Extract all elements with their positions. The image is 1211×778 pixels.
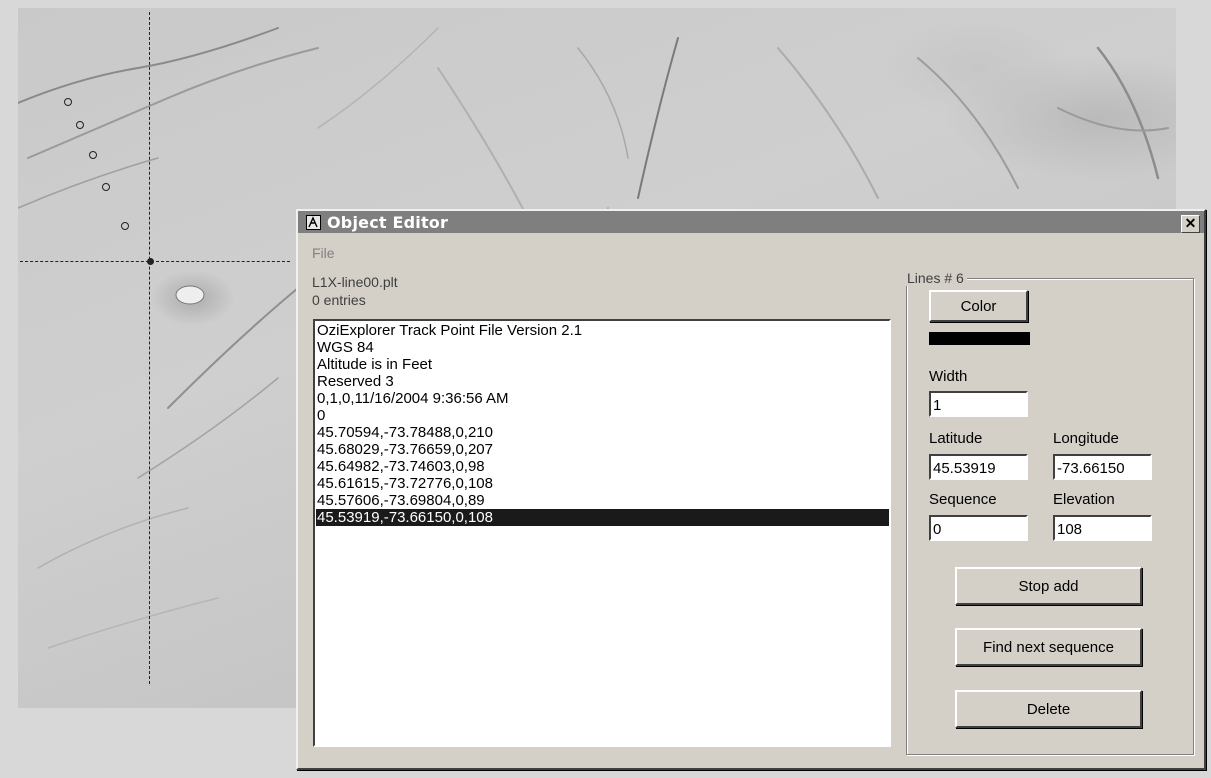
list-item[interactable]: Altitude is in Feet [316, 356, 889, 373]
elevation-field[interactable] [1053, 515, 1152, 541]
lines-groupbox: Lines # 6 Color Width Latitude Longitude… [904, 270, 1194, 755]
delete-button[interactable]: Delete [955, 690, 1142, 728]
list-item[interactable]: Reserved 3 [316, 373, 889, 390]
menu-file[interactable]: File [312, 245, 335, 261]
list-item[interactable]: 0 [316, 407, 889, 424]
sequence-field[interactable] [929, 515, 1028, 541]
width-field[interactable] [929, 391, 1028, 417]
width-label: Width [929, 368, 968, 385]
track-point-icon[interactable] [64, 98, 72, 106]
longitude-label: Longitude [1053, 430, 1119, 447]
track-point-icon[interactable] [89, 151, 97, 159]
latitude-field[interactable] [929, 454, 1028, 480]
color-button[interactable]: Color [929, 290, 1028, 322]
crosshair-horizontal-line [20, 261, 290, 262]
track-point-icon[interactable] [121, 222, 129, 230]
track-point-icon[interactable] [76, 121, 84, 129]
longitude-field[interactable] [1053, 454, 1152, 480]
file-name-label: L1X-line00.plt [312, 274, 398, 290]
crosshair-vertical-line [149, 12, 150, 684]
app-icon [306, 214, 321, 230]
entries-count-label: 0 entries [312, 292, 366, 308]
close-icon[interactable]: ✕ [1181, 215, 1200, 233]
list-item[interactable]: 0,1,0,11/16/2004 9:36:56 AM [316, 390, 889, 407]
list-item[interactable]: 45.64982,-73.74603,0,98 [316, 458, 889, 475]
find-next-sequence-button[interactable]: Find next sequence [955, 628, 1142, 666]
list-item[interactable]: 45.68029,-73.76659,0,207 [316, 441, 889, 458]
elevation-label: Elevation [1053, 491, 1115, 508]
dialog-title: Object Editor [327, 212, 449, 232]
list-item[interactable]: OziExplorer Track Point File Version 2.1 [316, 322, 889, 339]
color-swatch [929, 332, 1030, 345]
object-editor-dialog: Object Editor ✕ File L1X-line00.plt 0 en… [296, 209, 1206, 770]
list-item-selected[interactable]: 45.53919,-73.66150,0,108 [316, 509, 889, 526]
lines-group-legend: Lines # 6 [904, 270, 967, 286]
list-item[interactable]: 45.61615,-73.72776,0,108 [316, 475, 889, 492]
list-item[interactable]: 45.57606,-73.69804,0,89 [316, 492, 889, 509]
list-item[interactable]: WGS 84 [316, 339, 889, 356]
sequence-label: Sequence [929, 491, 997, 508]
stop-add-button[interactable]: Stop add [955, 567, 1142, 605]
list-item[interactable]: 45.70594,-73.78488,0,210 [316, 424, 889, 441]
dialog-titlebar[interactable]: Object Editor ✕ [298, 211, 1204, 233]
track-points-listbox[interactable]: OziExplorer Track Point File Version 2.1… [313, 319, 891, 747]
track-point-icon[interactable] [102, 183, 110, 191]
current-track-point-icon[interactable] [147, 258, 154, 265]
latitude-label: Latitude [929, 430, 983, 447]
